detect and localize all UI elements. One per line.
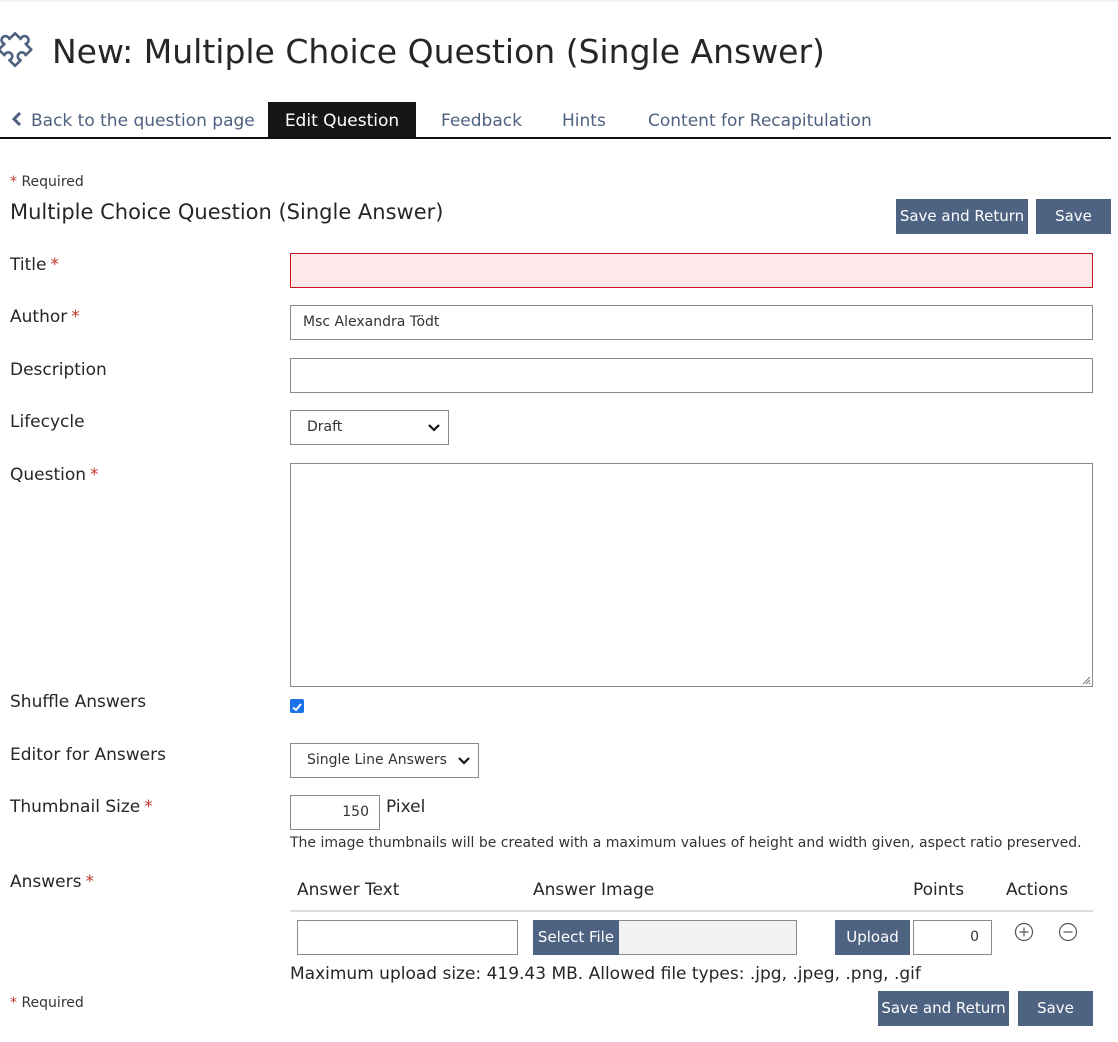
answers-label: Answers * <box>10 872 94 892</box>
editor-selected-value: Single Line Answers <box>307 752 447 768</box>
question-textarea[interactable] <box>290 463 1093 687</box>
title-label: Title * <box>10 255 59 275</box>
checkmark-icon <box>292 703 302 712</box>
back-link-label: Back to the question page <box>31 111 255 131</box>
tab-edit-question[interactable]: Edit Question <box>268 102 416 137</box>
lifecycle-label: Lifecycle <box>10 412 85 432</box>
required-note: * Required <box>10 174 84 190</box>
chevron-left-icon <box>11 102 25 140</box>
description-input[interactable] <box>290 358 1093 393</box>
shuffle-answers-label: Shuffle Answers <box>10 692 147 712</box>
select-file-button[interactable]: Select File <box>533 920 619 955</box>
editor-for-answers-label: Editor for Answers <box>10 745 166 765</box>
title-label-text: Title <box>10 255 47 275</box>
thumbnail-help-text: The image thumbnails will be created wit… <box>290 835 1082 851</box>
upload-button[interactable]: Upload <box>835 920 910 955</box>
column-header-answer-text: Answer Text <box>297 880 400 900</box>
description-label: Description <box>10 360 107 380</box>
plus-circle-icon[interactable] <box>1014 922 1034 942</box>
column-header-actions: Actions <box>1006 880 1069 900</box>
question-label-text: Question <box>10 465 87 485</box>
answer-image-file-input[interactable]: Select File <box>533 920 797 955</box>
required-note-bottom: * Required <box>10 995 84 1011</box>
author-label-text: Author <box>10 307 68 327</box>
points-input[interactable]: 0 <box>913 920 992 955</box>
chevron-down-icon <box>428 424 440 432</box>
title-input[interactable] <box>290 253 1093 288</box>
save-and-return-button-top[interactable]: Save and Return <box>896 199 1028 234</box>
required-star: * <box>85 872 94 892</box>
top-border <box>0 0 1118 2</box>
save-button-bottom[interactable]: Save <box>1018 991 1093 1026</box>
shuffle-answers-checkbox[interactable] <box>290 699 304 713</box>
back-to-question-link[interactable]: Back to the question page <box>11 102 255 137</box>
answer-text-input[interactable] <box>297 920 518 955</box>
editor-for-answers-select[interactable]: Single Line Answers <box>290 743 479 778</box>
chevron-down-icon <box>458 757 470 765</box>
tab-hints[interactable]: Hints <box>562 102 606 137</box>
thumbnail-size-input[interactable]: 150 <box>290 795 380 830</box>
required-star: * <box>10 995 17 1011</box>
answers-label-text: Answers <box>10 872 82 892</box>
upload-help-text: Maximum upload size: 419.43 MB. Allowed … <box>290 964 921 984</box>
author-input[interactable]: Msc Alexandra Tödt <box>290 305 1093 340</box>
resize-handle-icon[interactable] <box>1081 675 1091 685</box>
required-star: * <box>50 255 59 275</box>
required-star: * <box>90 465 99 485</box>
form-heading: Multiple Choice Question (Single Answer) <box>10 200 444 224</box>
page-header: New: Multiple Choice Question (Single An… <box>0 26 825 76</box>
tab-content-for-recapitulation[interactable]: Content for Recapitulation <box>648 102 872 137</box>
lifecycle-selected-value: Draft <box>307 419 343 435</box>
minus-circle-icon[interactable] <box>1058 922 1078 942</box>
required-star: * <box>71 307 80 327</box>
tab-bar: Back to the question page Edit Question … <box>0 102 1111 139</box>
thumbnail-unit: Pixel <box>386 797 426 817</box>
lifecycle-select[interactable]: Draft <box>290 410 449 445</box>
column-header-answer-image: Answer Image <box>533 880 655 900</box>
page-title: New: Multiple Choice Question (Single An… <box>52 31 825 71</box>
required-note-text: Required <box>21 174 84 190</box>
required-star: * <box>144 797 153 817</box>
question-label: Question * <box>10 465 99 485</box>
save-and-return-button-bottom[interactable]: Save and Return <box>878 991 1009 1026</box>
author-label: Author * <box>10 307 80 327</box>
save-button-top[interactable]: Save <box>1036 199 1111 234</box>
required-note-text: Required <box>21 995 84 1011</box>
answers-header-divider <box>290 910 1093 912</box>
tab-feedback[interactable]: Feedback <box>441 102 522 137</box>
thumbnail-label-text: Thumbnail Size <box>10 797 141 817</box>
thumbnail-size-label: Thumbnail Size * <box>10 797 153 817</box>
required-star: * <box>10 174 17 190</box>
puzzle-icon <box>0 32 33 68</box>
column-header-points: Points <box>913 880 965 900</box>
